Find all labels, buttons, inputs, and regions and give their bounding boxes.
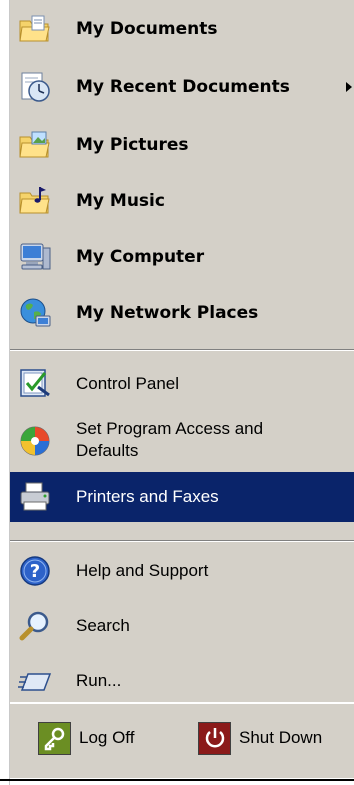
menu-item-label-two-line: Set Program Access and Defaults — [76, 418, 263, 462]
menu-item-help-and-support[interactable]: ? Help and Support — [10, 542, 354, 600]
menu-item-my-music[interactable]: My Music — [10, 172, 354, 230]
menu-item-my-network-places[interactable]: My Network Places — [10, 284, 354, 342]
power-icon — [198, 721, 231, 755]
log-off-button[interactable]: Log Off — [38, 718, 134, 758]
run-icon — [18, 664, 52, 698]
shut-down-label: Shut Down — [239, 728, 323, 747]
control-panel-icon — [18, 367, 52, 401]
start-menu-places-list: My Documents My Recent Documents My Pict… — [10, 0, 354, 702]
menu-item-my-pictures[interactable]: My Pictures — [10, 116, 354, 174]
menu-item-label: My Documents — [76, 19, 218, 39]
menu-separator — [10, 349, 354, 351]
log-off-label: Log Off — [79, 728, 135, 747]
menu-item-label: My Music — [76, 191, 165, 211]
menu-item-my-recent-documents[interactable]: My Recent Documents — [10, 58, 354, 116]
menu-item-label: Control Panel — [76, 374, 180, 393]
my-music-folder-icon — [18, 184, 52, 218]
menu-item-label-line2: Defaults — [76, 441, 139, 460]
menu-item-control-panel[interactable]: Control Panel — [10, 355, 354, 413]
svg-text:?: ? — [30, 561, 40, 582]
start-menu-footer: Log Off Shut Down — [10, 704, 354, 778]
menu-item-label: My Network Places — [76, 303, 259, 323]
menu-item-label: My Pictures — [76, 135, 189, 155]
menu-item-search[interactable]: Search — [10, 597, 354, 655]
menu-item-my-computer[interactable]: My Computer — [10, 228, 354, 286]
menu-item-label: Printers and Faxes — [76, 487, 219, 506]
menu-left-edge — [0, 0, 10, 785]
menu-item-my-documents[interactable]: My Documents — [10, 0, 354, 58]
program-defaults-icon — [18, 424, 52, 458]
menu-item-label: Help and Support — [76, 561, 209, 580]
menu-item-run[interactable]: Run... — [10, 652, 354, 710]
network-places-globe-icon — [18, 296, 52, 330]
my-documents-folder-icon — [18, 12, 52, 46]
submenu-arrow-icon — [346, 82, 352, 92]
menu-item-printers-and-faxes[interactable]: Printers and Faxes — [10, 472, 354, 522]
my-pictures-folder-icon — [18, 128, 52, 162]
shut-down-button[interactable]: Shut Down — [198, 718, 322, 758]
start-menu-right-pane: My Documents My Recent Documents My Pict… — [0, 0, 354, 785]
recent-documents-clock-icon — [18, 70, 52, 104]
key-icon — [38, 721, 71, 755]
search-magnifier-icon — [18, 609, 52, 643]
menu-item-label-line1: Set Program Access and — [76, 419, 264, 438]
menu-item-label: Run... — [76, 671, 122, 690]
menu-bottom-border — [0, 779, 354, 781]
printer-icon — [18, 480, 52, 514]
menu-item-label: Search — [76, 616, 130, 635]
help-icon: ? — [18, 554, 52, 588]
menu-item-set-program-access-and-defaults[interactable]: Set Program Access and Defaults — [10, 410, 354, 472]
menu-item-label: My Recent Documents — [76, 77, 290, 97]
menu-item-label: My Computer — [76, 247, 205, 267]
my-computer-icon — [18, 240, 52, 274]
